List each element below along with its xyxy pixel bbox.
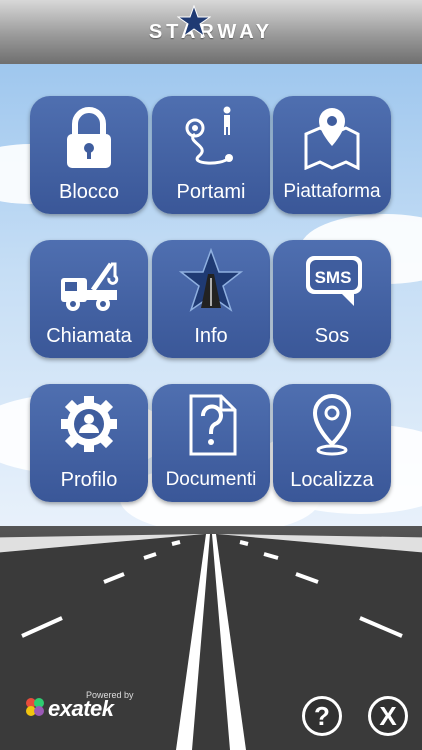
- sms-text: SMS: [314, 268, 352, 287]
- location-icon: [312, 393, 352, 456]
- tile-sos[interactable]: SMS Sos: [273, 240, 391, 358]
- tile-label: Info: [194, 325, 228, 347]
- tile-label: Documenti: [165, 469, 257, 490]
- app-header: STARWAY: [0, 0, 422, 64]
- tile-profilo[interactable]: Profilo: [30, 384, 148, 502]
- tile-label: Profilo: [60, 469, 118, 491]
- tile-label: Sos: [314, 325, 350, 347]
- brand-name: STARWAY: [148, 20, 274, 43]
- tile-label: Portami: [176, 181, 246, 203]
- star-logo-icon: [176, 4, 211, 37]
- tile-label: Chiamata: [46, 325, 132, 347]
- help-button[interactable]: ?: [302, 696, 342, 736]
- powered-by-label: Powered by: [86, 690, 134, 700]
- route-icon: [185, 106, 233, 165]
- tile-label: Localizza: [290, 469, 374, 491]
- document-question-icon: [189, 394, 237, 456]
- star-road-icon: [178, 248, 244, 312]
- tile-piattaforma[interactable]: Piattaforma: [273, 96, 391, 214]
- brand-logo: STARWAY: [148, 4, 274, 44]
- tile-label: Blocco: [58, 181, 120, 203]
- tow-truck-icon: [61, 262, 119, 311]
- lock-icon: [67, 107, 111, 168]
- exatek-logo-icon: [26, 698, 44, 716]
- gear-user-icon: [61, 396, 117, 452]
- tile-info[interactable]: Info: [152, 240, 270, 358]
- tile-blocco[interactable]: Blocco: [30, 96, 148, 214]
- close-button[interactable]: X: [368, 696, 408, 736]
- tile-localizza[interactable]: Localizza: [273, 384, 391, 502]
- menu-background: Blocco Portami Piattaforma Chiamata Info…: [0, 64, 422, 526]
- tile-chiamata[interactable]: Chiamata: [30, 240, 148, 358]
- tile-documenti[interactable]: Documenti: [152, 384, 270, 502]
- tile-portami[interactable]: Portami: [152, 96, 270, 214]
- map-pin-icon: [304, 108, 360, 170]
- tile-label: Piattaforma: [283, 181, 381, 202]
- menu-grid: Blocco Portami Piattaforma Chiamata Info…: [0, 64, 422, 526]
